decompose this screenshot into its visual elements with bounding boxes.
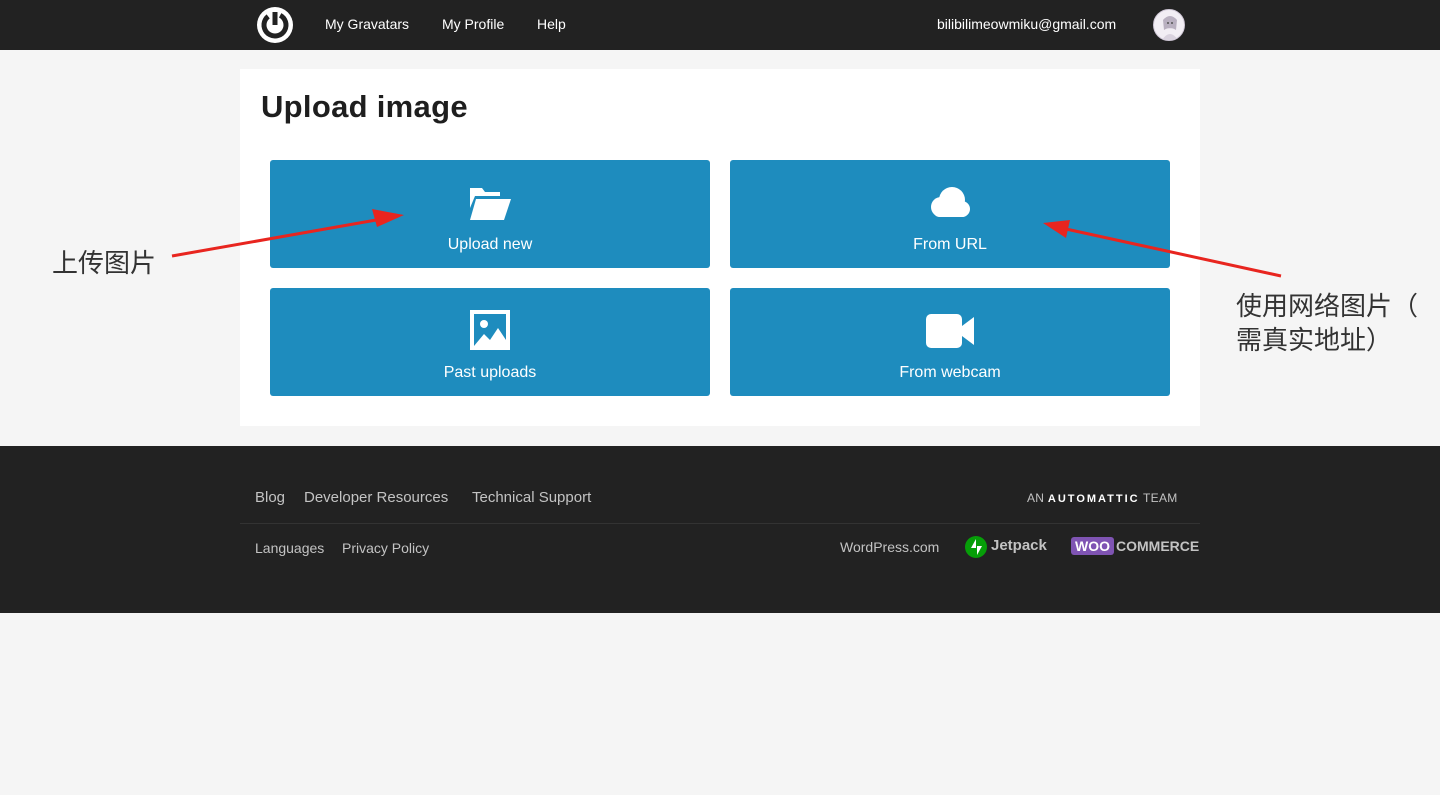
footer-link-technical-support[interactable]: Technical Support	[472, 489, 591, 506]
top-navigation-bar: My Gravatars My Profile Help bilibilimeo…	[0, 0, 1440, 50]
user-avatar[interactable]	[1153, 9, 1185, 41]
footer-link-privacy-policy[interactable]: Privacy Policy	[342, 540, 429, 556]
past-uploads-label: Past uploads	[443, 364, 537, 381]
footer-link-developer-resources[interactable]: Developer Resources	[304, 489, 448, 506]
annotation-upload-image: 上传图片	[52, 249, 157, 279]
from-webcam-button[interactable]: From webcam	[730, 288, 1170, 396]
woocommerce-link[interactable]: WOO COMMERCE	[1071, 537, 1199, 556]
gravatar-logo-icon[interactable]	[257, 7, 293, 43]
automattic-team-label[interactable]: AN AUTOMATTIC TEAM	[1027, 491, 1178, 505]
woo-badge: WOO	[1071, 537, 1114, 555]
video-camera-icon	[920, 310, 980, 352]
page-title: Upload image	[261, 89, 468, 124]
upload-new-button[interactable]: Upload new	[270, 160, 710, 268]
annotation-use-web-image: 使用网络图片（ 需真实地址）	[1236, 290, 1418, 358]
folder-open-icon	[460, 182, 520, 224]
past-uploads-button[interactable]: Past uploads	[270, 288, 710, 396]
footer-divider	[240, 523, 1200, 524]
image-icon	[460, 310, 520, 352]
annotation-line-2: 需真实地址）	[1236, 326, 1393, 356]
upload-new-label: Upload new	[447, 236, 533, 253]
jetpack-link[interactable]: Jetpack	[991, 537, 1047, 554]
footer-link-blog[interactable]: Blog	[255, 489, 285, 506]
nav-my-profile[interactable]: My Profile	[442, 16, 504, 32]
woo-commerce-text: COMMERCE	[1116, 538, 1200, 554]
annotation-line-1: 使用网络图片（	[1236, 292, 1419, 322]
from-url-label: From URL	[913, 236, 987, 253]
from-url-button[interactable]: From URL	[730, 160, 1170, 268]
cloud-icon	[920, 182, 980, 224]
team-prefix: AN	[1027, 491, 1045, 505]
upload-image-panel: Upload image Upload new From URL Past up…	[240, 69, 1200, 426]
nav-help[interactable]: Help	[537, 16, 566, 32]
from-webcam-label: From webcam	[899, 364, 1001, 381]
nav-my-gravatars[interactable]: My Gravatars	[325, 16, 409, 32]
wordpress-com-link[interactable]: WordPress.com	[840, 539, 939, 555]
team-brand: AUTOMATTIC	[1047, 493, 1140, 505]
team-suffix: TEAM	[1143, 491, 1178, 505]
user-email[interactable]: bilibilimeowmiku@gmail.com	[937, 16, 1116, 32]
site-footer: Blog Developer Resources Technical Suppo…	[0, 446, 1440, 613]
footer-link-languages[interactable]: Languages	[255, 540, 324, 556]
jetpack-logo-icon[interactable]	[965, 536, 987, 558]
